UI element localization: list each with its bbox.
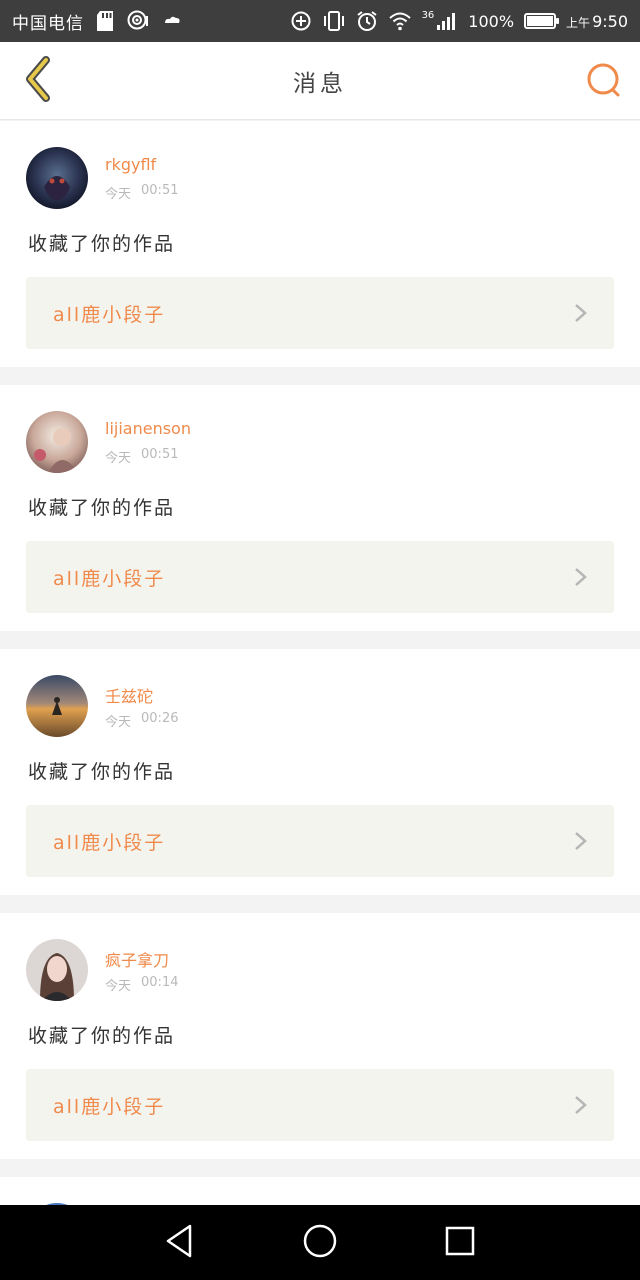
status-bar: 中国电信 36 100% 上午 9:50 [0, 0, 640, 42]
battery-icon [524, 13, 560, 29]
work-link[interactable]: all鹿小段子 [26, 1069, 614, 1141]
search-button[interactable] [582, 60, 626, 104]
timestamp-day: 今天 [105, 187, 132, 202]
message-list: rkgyflf 今天 00:51 收藏了你的作品 all鹿小段子 lijiane… [0, 121, 640, 1265]
avatar[interactable] [26, 147, 88, 209]
time-prefix: 上午 [566, 15, 591, 30]
action-text: 收藏了你的作品 [28, 233, 176, 255]
message-card: 疯子拿刀 今天 00:14 收藏了你的作品 all鹿小段子 [0, 913, 640, 1159]
chevron-right-icon [570, 567, 590, 587]
signal-icon [436, 11, 458, 31]
username[interactable]: lijianenson [105, 419, 191, 438]
cloud-icon [162, 14, 182, 28]
message-card: 壬兹砣 今天 00:26 收藏了你的作品 all鹿小段子 [0, 649, 640, 895]
chevron-right-icon [570, 831, 590, 851]
action-text: 收藏了你的作品 [28, 1025, 176, 1047]
work-title: all鹿小段子 [53, 567, 166, 590]
back-triangle-icon [164, 1223, 196, 1263]
avatar[interactable] [26, 939, 88, 1001]
avatar[interactable] [26, 675, 88, 737]
work-link[interactable]: all鹿小段子 [26, 541, 614, 613]
chevron-left-icon [22, 56, 54, 106]
timestamp-time: 00:26 [141, 711, 179, 726]
data-saver-icon [290, 10, 312, 32]
username[interactable]: 疯子拿刀 [105, 947, 169, 971]
status-right: 36 100% 上午 9:50 [290, 10, 628, 32]
message-card: rkgyflf 今天 00:51 收藏了你的作品 all鹿小段子 [0, 121, 640, 367]
wifi-icon [388, 11, 412, 31]
timestamp-day: 今天 [105, 451, 132, 466]
home-circle-icon [303, 1224, 337, 1262]
status-left: 中国电信 [12, 9, 182, 34]
page-title: 消息 [293, 70, 347, 97]
network-type-label: 36 [421, 9, 435, 21]
chevron-right-icon [570, 1095, 590, 1115]
work-title: all鹿小段子 [53, 1095, 166, 1118]
nav-home-button[interactable] [296, 1219, 344, 1267]
carrier-label: 中国电信 [12, 13, 84, 34]
timestamp: 今天 00:51 [105, 183, 178, 202]
work-link[interactable]: all鹿小段子 [26, 277, 614, 349]
timestamp-time: 00:14 [141, 975, 179, 990]
timestamp-day: 今天 [105, 715, 132, 730]
clock: 上午 9:50 [566, 12, 628, 31]
sd-card-icon [96, 10, 114, 32]
timestamp-day: 今天 [105, 979, 132, 994]
nav-recents-button[interactable] [436, 1219, 484, 1267]
recents-square-icon [444, 1225, 476, 1261]
work-title: all鹿小段子 [53, 303, 166, 326]
timestamp: 今天 00:14 [105, 975, 178, 994]
time-value: 9:50 [592, 11, 628, 31]
avatar[interactable] [26, 411, 88, 473]
battery-percent-label: 100% [468, 11, 515, 31]
alarm-icon [356, 10, 378, 32]
timestamp: 今天 00:26 [105, 711, 178, 730]
chevron-right-icon [570, 303, 590, 323]
action-text: 收藏了你的作品 [28, 497, 176, 519]
timestamp-time: 00:51 [141, 183, 179, 198]
message-card: lijianenson 今天 00:51 收藏了你的作品 all鹿小段子 [0, 385, 640, 631]
timestamp-time: 00:51 [141, 447, 179, 462]
username[interactable]: rkgyflf [105, 155, 156, 174]
work-title: all鹿小段子 [53, 831, 166, 854]
nav-back-button[interactable] [156, 1219, 204, 1267]
action-text: 收藏了你的作品 [28, 761, 176, 783]
navigation-bar [0, 1205, 640, 1280]
vibrate-icon [322, 10, 346, 32]
header: 消息 [0, 42, 640, 120]
work-link[interactable]: all鹿小段子 [26, 805, 614, 877]
back-button[interactable] [14, 56, 62, 106]
search-icon [585, 61, 623, 103]
hotspot-icon [126, 10, 150, 32]
username[interactable]: 壬兹砣 [105, 683, 153, 707]
timestamp: 今天 00:51 [105, 447, 178, 466]
